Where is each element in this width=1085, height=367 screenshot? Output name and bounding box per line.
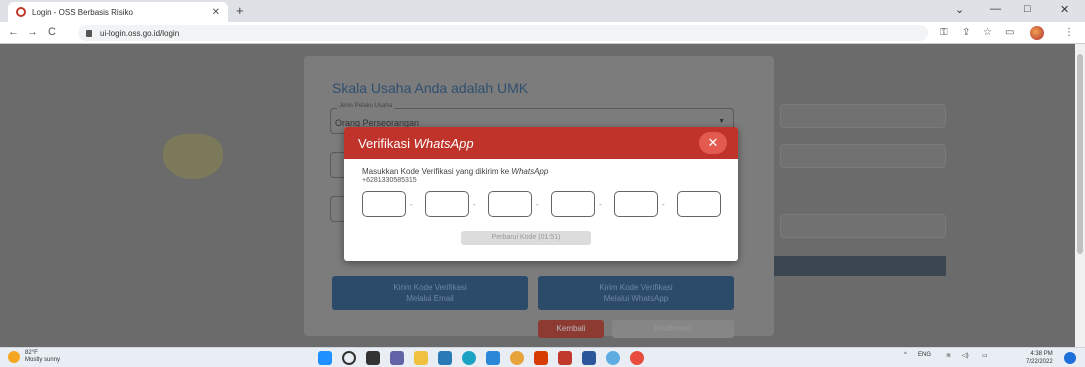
send-email-line1: Kirim Kode Verifikasi — [393, 283, 467, 292]
chevron-down-icon: ▼ — [718, 118, 725, 125]
browser-tab-bar: Login - OSS Berbasis Risiko ✕ + ⌄ — □ ✕ — [0, 0, 1085, 22]
confirm-button[interactable]: Konfirmasi — [612, 320, 734, 338]
app-icon[interactable] — [486, 351, 500, 365]
search-icon[interactable] — [342, 351, 356, 365]
bg-field — [780, 214, 946, 238]
chevron-up-icon[interactable]: ^ — [904, 352, 907, 358]
menu-icon[interactable]: ⋮ — [1064, 27, 1074, 38]
scroll-thumb[interactable] — [1077, 54, 1083, 254]
dialog-instruction: Masukkan Kode Verifikasi yang dikirim ke… — [362, 167, 549, 176]
resend-code-button[interactable]: Perbarui Kode (01:51) — [461, 231, 591, 245]
side-panel-icon[interactable]: ▭ — [1005, 27, 1014, 38]
page-scrollbar[interactable] — [1075, 44, 1085, 347]
otp-digit-6[interactable] — [677, 191, 721, 217]
tab-title: Login - OSS Berbasis Risiko — [32, 7, 133, 17]
office-icon[interactable] — [534, 351, 548, 365]
weather-widget[interactable]: 82°F Mostly sunny — [8, 350, 60, 364]
language-indicator[interactable]: ENG — [918, 352, 931, 358]
send-email-code-button[interactable]: Kirim Kode Verifikasi Melalui Email — [332, 276, 528, 310]
otp-separator: - — [536, 200, 539, 209]
address-bar[interactable]: ui-login.oss.go.id/login — [78, 25, 928, 41]
new-tab-button[interactable]: + — [236, 3, 244, 18]
lock-icon — [86, 29, 92, 37]
store-icon[interactable] — [438, 351, 452, 365]
windows-taskbar: 82°F Mostly sunny ^ ENG ≋ ◁) ▭ 4:38 PM 7… — [0, 347, 1085, 367]
dialog-header: Verifikasi WhatsApp ✕ — [344, 127, 738, 159]
time: 4:38 PM — [1030, 351, 1053, 357]
temperature: 82°F — [25, 350, 38, 356]
app-icon[interactable] — [630, 351, 644, 365]
tab-close-icon[interactable]: ✕ — [212, 7, 220, 18]
date: 7/22/2022 — [1026, 359, 1053, 365]
url-text: ui-login.oss.go.id/login — [100, 28, 180, 38]
send-whatsapp-code-button[interactable]: Kirim Kode Verifikasi Melalui WhatsApp — [538, 276, 734, 310]
phone-number: +6281330585315 — [362, 177, 417, 184]
wifi-icon[interactable]: ≋ — [946, 352, 951, 359]
otp-separator: - — [410, 200, 413, 209]
word-icon[interactable] — [582, 351, 596, 365]
start-icon[interactable] — [318, 351, 332, 365]
photos-icon[interactable] — [558, 351, 572, 365]
dialog-title: Verifikasi WhatsApp — [358, 136, 474, 151]
send-email-line2: Melalui Email — [406, 294, 454, 303]
jenis-pelaku-usaha-label: Jenis Pelaku Usaha — [337, 103, 395, 109]
browser-toolbar: ← → C ui-login.oss.go.id/login ⚿ ⇪ ☆ ▭ ⋮ — [0, 22, 1085, 44]
volume-icon[interactable]: ◁) — [962, 352, 969, 359]
forward-button[interactable]: → — [27, 26, 38, 38]
profile-avatar[interactable] — [1030, 26, 1044, 40]
bg-field — [780, 104, 946, 128]
app-icon[interactable] — [606, 351, 620, 365]
key-icon[interactable]: ⚿ — [940, 27, 948, 38]
task-view-icon[interactable] — [366, 351, 380, 365]
minimize-button[interactable]: — — [990, 3, 1001, 15]
oss-favicon-icon — [16, 7, 26, 17]
chat-icon[interactable] — [390, 351, 404, 365]
whatsapp-verification-dialog: Verifikasi WhatsApp ✕ Masukkan Kode Veri… — [344, 127, 738, 261]
browser-tab[interactable]: Login - OSS Berbasis Risiko ✕ — [8, 2, 228, 22]
otp-separator: - — [599, 200, 602, 209]
otp-separator: - — [662, 200, 665, 209]
bg-login-button — [770, 256, 946, 276]
chrome-icon[interactable] — [510, 351, 524, 365]
otp-digit-1[interactable] — [362, 191, 406, 217]
notification-icon[interactable] — [1064, 352, 1076, 364]
share-icon[interactable]: ⇪ — [962, 27, 970, 38]
back-button[interactable]: Kembali — [538, 320, 604, 338]
bookmark-star-icon[interactable]: ☆ — [983, 27, 992, 38]
close-dialog-button[interactable]: ✕ — [699, 132, 727, 154]
modal-title: Skala Usaha Anda adalah UMK — [332, 80, 529, 96]
send-whatsapp-line1: Kirim Kode Verifikasi — [599, 283, 673, 292]
otp-separator: - — [473, 200, 476, 209]
bg-field — [780, 144, 946, 168]
otp-digit-2[interactable] — [425, 191, 469, 217]
otp-digit-5[interactable] — [614, 191, 658, 217]
clock[interactable]: 4:38 PM 7/22/2022 — [1026, 350, 1053, 366]
otp-digit-4[interactable] — [551, 191, 595, 217]
reload-button[interactable]: C — [48, 26, 56, 38]
tab-search-icon[interactable]: ⌄ — [955, 3, 964, 16]
send-whatsapp-line2: Melalui WhatsApp — [603, 294, 669, 303]
weather-condition: Mostly sunny — [25, 357, 61, 363]
file-explorer-icon[interactable] — [414, 351, 428, 365]
sun-icon — [8, 351, 20, 363]
edge-icon[interactable] — [462, 351, 476, 365]
close-window-button[interactable]: ✕ — [1060, 3, 1069, 16]
battery-icon[interactable]: ▭ — [982, 352, 988, 359]
otp-digit-3[interactable] — [488, 191, 532, 217]
back-button[interactable]: ← — [8, 26, 19, 38]
garuda-emblem — [163, 134, 223, 179]
restore-button[interactable]: □ — [1024, 3, 1031, 15]
